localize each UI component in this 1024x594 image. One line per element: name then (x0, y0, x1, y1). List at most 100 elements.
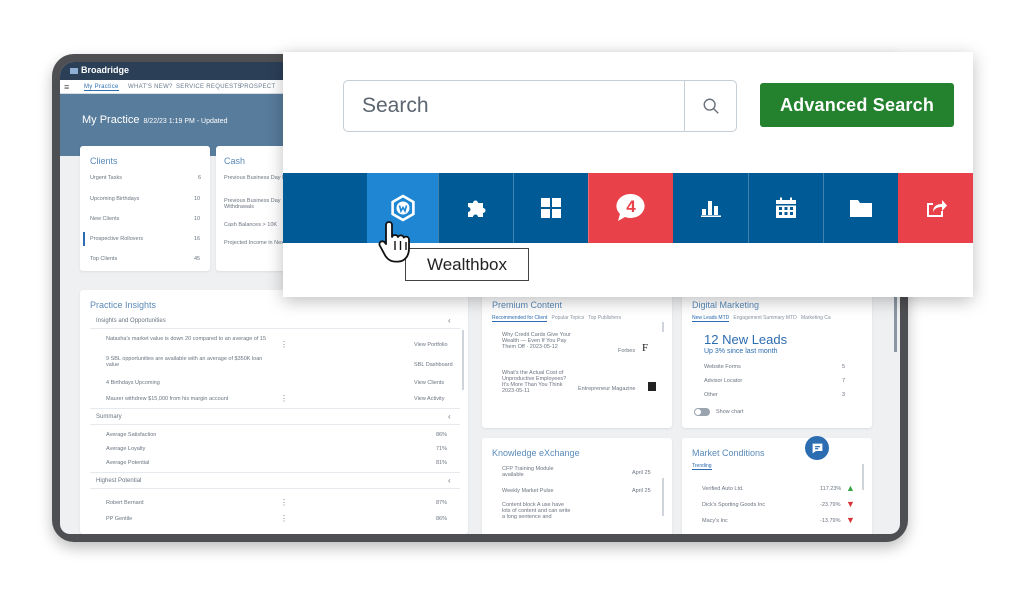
show-chart-toggle[interactable] (694, 408, 710, 416)
stock-name: Verified Auto Ltd. (702, 486, 744, 492)
article-title[interactable]: What's the Actual Cost of Unproductive E… (502, 370, 574, 394)
cash-row[interactable]: Cash Balances > 10K (224, 222, 277, 228)
advanced-search-button[interactable]: Advanced Search (760, 83, 954, 127)
share-button[interactable] (898, 173, 973, 243)
nav-service-requests[interactable]: SERVICE REQUESTS (176, 84, 242, 90)
clients-row-label[interactable]: New Clients (90, 216, 119, 222)
stock-change: 117.23% (820, 486, 842, 492)
premium-content-title: Premium Content (492, 300, 563, 310)
section-heading: Summary (96, 414, 122, 420)
arrow-down-icon: ▼ (846, 515, 855, 525)
insight-action[interactable]: View Activity (414, 396, 444, 402)
lead-source-label: Advisor Locator (704, 378, 743, 384)
summary-value: 81% (436, 460, 448, 466)
analytics-button[interactable] (673, 173, 748, 243)
clients-row-value: 10 (194, 216, 201, 222)
premium-content-card: Premium Content Recommended for Client P… (482, 290, 672, 428)
kx-date: April 25 (632, 470, 651, 476)
chevron-left-icon[interactable]: ‹ (448, 476, 451, 485)
kx-item[interactable]: Weekly Market Pulse (502, 488, 554, 494)
divider (90, 424, 460, 425)
section-heading: Highest Potential (96, 478, 142, 484)
tab-trending[interactable]: Trending (692, 463, 712, 470)
article-source: Entrepreneur Magazine (578, 386, 636, 392)
insight-text: 9 SBL opportunities are available with a… (106, 356, 263, 368)
summary-label: Average Potential (106, 460, 150, 466)
selected-row-indicator (83, 232, 85, 246)
grid-icon (541, 198, 561, 218)
nav-my-practice[interactable]: My Practice (84, 84, 119, 91)
tab-new-leads[interactable]: New Leads MTD (692, 315, 730, 322)
chevron-left-icon[interactable]: ‹ (448, 316, 451, 325)
brand-logo: Broadridge (70, 65, 129, 75)
clients-row-value: 45 (194, 256, 201, 262)
calendar-button[interactable] (748, 173, 823, 243)
summary-value: 71% (436, 446, 448, 452)
digital-marketing-card: Digital Marketing New Leads MTD Engageme… (682, 290, 872, 428)
stock-name: Macy's Inc (702, 518, 728, 524)
hamburger-menu-icon[interactable]: ≡ (64, 83, 69, 92)
divider (90, 488, 460, 489)
puzzle-icon (468, 200, 486, 217)
clients-row-label[interactable]: Urgent Tasks (90, 175, 122, 181)
dashboard-grid-button[interactable] (513, 173, 588, 243)
tab-top-publishers[interactable]: Top Publishers (588, 315, 621, 321)
insight-action[interactable]: SBL Dashboard (414, 362, 453, 368)
stock-name: Dick's Sporting Goods Inc (702, 502, 766, 508)
marketing-tabs: New Leads MTD Engagement Summary MTD Mar… (692, 315, 831, 322)
more-icon[interactable]: ⋮ (280, 514, 288, 523)
toolbar-blank-slot (283, 173, 367, 243)
tab-popular-topics[interactable]: Popular Topics (551, 315, 584, 321)
potential-name: PP Gentile (106, 516, 133, 522)
clients-row-value: 10 (194, 196, 201, 202)
tab-engagement[interactable]: Engagement Summary MTD (733, 315, 796, 321)
article-title[interactable]: Why Credit Cards Give Your Wealth — Even… (502, 332, 574, 350)
lead-source-label: Other (704, 392, 718, 398)
wealthbox-icon (390, 194, 415, 222)
scrollbar[interactable] (862, 464, 864, 490)
more-icon[interactable]: ⋮ (280, 394, 288, 403)
tab-recommended[interactable]: Recommended for Client (492, 315, 548, 322)
documents-button[interactable] (823, 173, 898, 243)
more-icon[interactable]: ⋮ (280, 498, 288, 507)
nav-whats-new[interactable]: WHAT'S NEW? (128, 84, 173, 90)
scrollbar[interactable] (462, 330, 464, 390)
insight-action[interactable]: View Portfolio (414, 342, 448, 348)
more-icon[interactable]: ⋮ (280, 340, 288, 349)
chat-support-button[interactable] (805, 436, 829, 460)
knowledge-exchange-title: Knowledge eXchange (492, 448, 580, 458)
stage: Broadridge ≡ My Practice WHAT'S NEW? SER… (0, 0, 1024, 594)
kx-item[interactable]: CFP Training Module available (502, 466, 572, 478)
calendar-icon (776, 197, 796, 218)
potential-value: 86% (436, 516, 448, 522)
clients-title: Clients (90, 156, 118, 166)
search-button[interactable] (684, 81, 736, 131)
tab-marketing[interactable]: Marketing Ca (801, 315, 831, 321)
lead-source-value: 5 (842, 364, 846, 370)
forbes-logo-icon: F (642, 342, 649, 354)
cash-title: Cash (224, 156, 246, 166)
kx-item[interactable]: Content block A use have lots of content… (502, 502, 572, 520)
stock-change: -23.79% (820, 502, 841, 508)
divider (90, 408, 460, 409)
insight-action[interactable]: View Clients (414, 380, 444, 386)
market-conditions-card: Market Conditions Trending Verified Auto… (682, 438, 872, 534)
scrollbar[interactable] (662, 322, 664, 332)
leads-subtitle: Up 3% since last month (704, 348, 778, 355)
clients-row-label[interactable]: Upcoming Birthdays (90, 196, 139, 202)
page-scrollbar[interactable] (894, 292, 897, 352)
clients-row-label[interactable]: Top Clients (90, 256, 117, 262)
search-input[interactable] (345, 82, 683, 130)
scrollbar[interactable] (662, 478, 664, 516)
chevron-left-icon[interactable]: ‹ (448, 412, 451, 421)
nav-prospect[interactable]: PROSPECT (240, 84, 275, 90)
notifications-button[interactable]: 4 (588, 173, 673, 243)
search-box (343, 80, 737, 132)
potential-value: 87% (436, 500, 448, 506)
brand-name: Broadridge (81, 65, 130, 75)
integrations-button[interactable] (438, 173, 513, 243)
practice-insights-title: Practice Insights (90, 300, 157, 310)
page-title: My Practice 8/22/23 1:19 PM - Updated (82, 114, 228, 126)
chat-notification-icon: 4 (614, 191, 648, 225)
clients-row-label[interactable]: Prospective Rollovers (90, 236, 143, 242)
